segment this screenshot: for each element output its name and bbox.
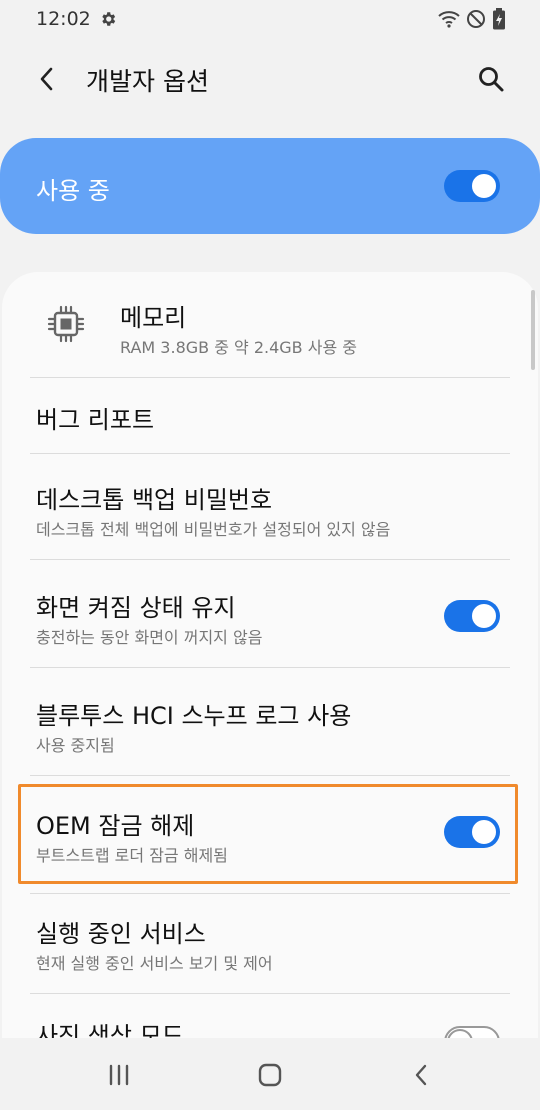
setting-bug-report[interactable]: 버그 리포트 <box>2 378 538 454</box>
master-toggle[interactable] <box>444 170 500 202</box>
gear-icon <box>102 12 115 26</box>
setting-desktop-backup-password[interactable]: 데스크톱 백업 비밀번호 데스크톱 전체 백업에 비밀번호가 설정되어 있지 않… <box>2 454 538 560</box>
recent-apps-button[interactable] <box>102 1060 136 1090</box>
memory-chip-icon <box>47 305 85 343</box>
setting-subtitle: 사용 중지됨 <box>36 736 115 755</box>
recent-apps-icon <box>109 1064 129 1086</box>
status-time: 12:02 <box>36 8 91 30</box>
setting-running-services[interactable]: 실행 중인 서비스 현재 실행 중인 서비스 보기 및 제어 <box>2 894 538 994</box>
app-bar: 개발자 옵션 <box>0 48 540 110</box>
settings-card: 메모리 RAM 3.8GB 중 약 2.4GB 사용 중 버그 리포트 데스크톱… <box>2 272 538 1052</box>
search-button[interactable] <box>474 62 508 96</box>
status-icons <box>438 8 506 30</box>
home-button[interactable] <box>253 1060 287 1090</box>
setting-bluetooth-hci-snoop-log[interactable]: 블루투스 HCI 스누프 로그 사용 사용 중지됨 <box>2 668 538 776</box>
navigation-bar <box>0 1038 540 1110</box>
setting-subtitle: 데스크톱 전체 백업에 비밀번호가 설정되어 있지 않음 <box>36 520 391 539</box>
back-button[interactable] <box>30 62 64 96</box>
highlight-box <box>18 784 518 884</box>
page-title: 개발자 옵션 <box>86 67 209 96</box>
setting-subtitle: 충전하는 동안 화면이 꺼지지 않음 <box>36 628 263 647</box>
do-not-disturb-icon <box>467 10 485 28</box>
scrollbar[interactable] <box>531 290 535 370</box>
wifi-icon <box>438 11 460 28</box>
search-icon <box>479 67 504 92</box>
setting-title: 실행 중인 서비스 <box>36 920 206 948</box>
setting-title: 화면 켜짐 상태 유지 <box>36 594 236 622</box>
stay-awake-toggle[interactable] <box>444 600 500 632</box>
master-switch-bar[interactable]: 사용 중 <box>0 138 540 234</box>
setting-title: 블루투스 HCI 스누프 로그 사용 <box>36 702 352 730</box>
back-icon <box>415 1064 427 1086</box>
chevron-left-icon <box>40 67 53 91</box>
setting-memory[interactable]: 메모리 RAM 3.8GB 중 약 2.4GB 사용 중 <box>2 272 538 378</box>
setting-stay-awake[interactable]: 화면 켜짐 상태 유지 충전하는 동안 화면이 꺼지지 않음 <box>2 560 538 668</box>
setting-title: 데스크톱 백업 비밀번호 <box>36 486 273 514</box>
setting-title: 메모리 <box>120 304 187 332</box>
setting-title: 버그 리포트 <box>36 406 155 434</box>
status-bar: 12:02 <box>0 0 540 38</box>
setting-subtitle: 현재 실행 중인 서비스 보기 및 제어 <box>36 954 273 973</box>
battery-charging-icon <box>493 8 505 30</box>
nav-back-button[interactable] <box>404 1060 438 1090</box>
home-icon <box>258 1063 282 1087</box>
setting-subtitle: RAM 3.8GB 중 약 2.4GB 사용 중 <box>120 338 357 357</box>
master-switch-label: 사용 중 <box>36 177 110 205</box>
